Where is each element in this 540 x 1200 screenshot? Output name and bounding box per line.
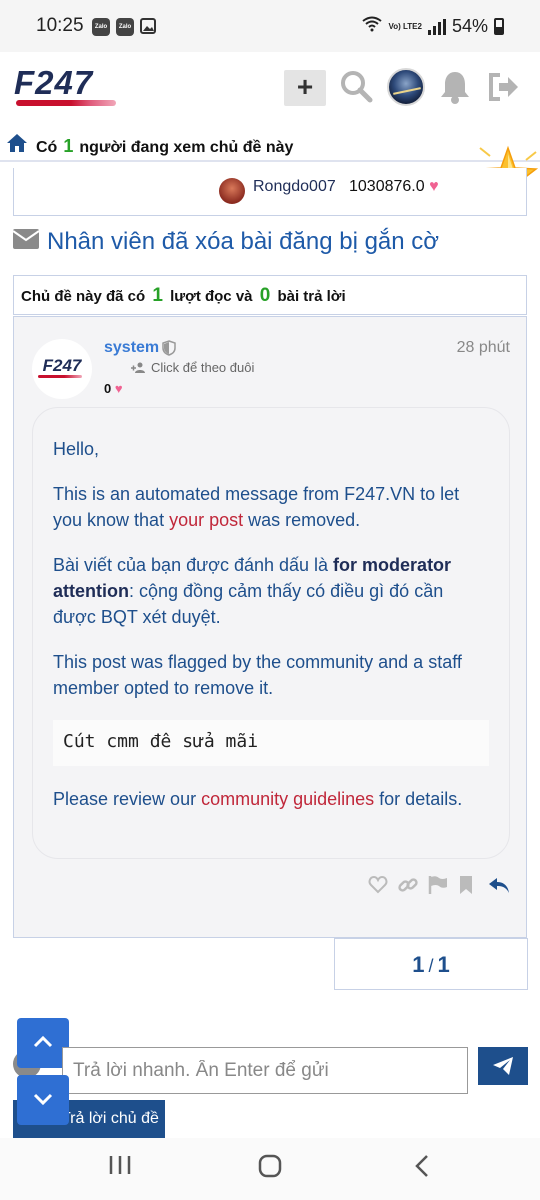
- back-icon[interactable]: [414, 1154, 430, 1183]
- post-body: Hello, This is an automated message from…: [32, 407, 510, 859]
- post-score: 0 ♥: [104, 381, 123, 396]
- new-topic-button[interactable]: +: [284, 70, 326, 106]
- wifi-icon: [362, 16, 383, 37]
- search-icon[interactable]: [339, 69, 377, 107]
- reply-icon[interactable]: [488, 875, 509, 897]
- scroll-down-button[interactable]: [17, 1075, 69, 1125]
- send-button[interactable]: [478, 1047, 528, 1085]
- status-bar: 10:25 Zalo Zalo Vo) LTE2 54%: [0, 0, 540, 52]
- author-name[interactable]: Rongdo007: [253, 178, 336, 196]
- chevron-up-icon: [33, 1034, 53, 1053]
- post-username[interactable]: system: [104, 339, 159, 357]
- replies-count: 0: [259, 285, 271, 306]
- heart-icon: ♥: [114, 381, 123, 396]
- follow-button[interactable]: Click để theo đuôi: [151, 360, 254, 375]
- topic-title: Nhân viên đã xóa bài đăng bị gắn cờ: [12, 228, 439, 256]
- link-icon[interactable]: [398, 875, 418, 897]
- topic-author-box: Rongdo007 1030876.0 ♥: [13, 168, 527, 216]
- post-paragraph: This post was flagged by the community a…: [53, 652, 462, 698]
- author-avatar[interactable]: [219, 178, 245, 204]
- post-actions: [368, 875, 509, 897]
- logout-icon[interactable]: [486, 69, 524, 107]
- post-paragraph: This is an automated message from F247.V…: [53, 484, 460, 530]
- heart-icon: ♥: [429, 178, 439, 195]
- signal-icon: [427, 18, 446, 35]
- bell-icon[interactable]: [438, 69, 476, 107]
- paper-plane-icon: [492, 1056, 514, 1081]
- network-type: Vo) LTE2: [388, 22, 422, 31]
- bookmark-icon[interactable]: [458, 875, 478, 897]
- community-guidelines-link[interactable]: community guidelines: [201, 789, 374, 809]
- like-icon[interactable]: [368, 875, 388, 897]
- post-time[interactable]: 28 phút: [457, 339, 510, 357]
- home-icon[interactable]: [6, 133, 28, 158]
- views-count: 1: [152, 285, 163, 306]
- post-avatar[interactable]: F247: [32, 339, 92, 399]
- site-header: F247 +: [0, 52, 540, 126]
- post-greeting: Hello,: [53, 439, 100, 459]
- quick-reply-input[interactable]: [62, 1047, 468, 1094]
- recent-apps-icon[interactable]: [108, 1154, 132, 1181]
- post-avatar-underline: [38, 375, 82, 378]
- chevron-down-icon: [33, 1093, 53, 1112]
- user-avatar[interactable]: [387, 68, 425, 106]
- home-nav-icon[interactable]: [258, 1154, 282, 1183]
- zalo-notification-icon: Zalo: [116, 18, 134, 36]
- total-pages: 1: [437, 952, 450, 977]
- viewing-bar: Có 1 người đang xem chủ đề này: [0, 128, 540, 162]
- status-indicators: Vo) LTE2 54%: [362, 16, 504, 37]
- add-user-icon: [131, 361, 145, 379]
- battery-level: 54%: [451, 16, 488, 36]
- post-paragraph: Please review our community guidelines f…: [53, 789, 463, 809]
- flag-icon[interactable]: [428, 875, 448, 897]
- status-time: 10:25: [36, 15, 84, 36]
- topic-stats: Chủ đề này đã có 1 lượt đọc và 0 bài trả…: [13, 275, 527, 315]
- post-paragraph: Bài viết của bạn được đánh dấu là for mo…: [53, 555, 452, 627]
- post: F247 system Click để theo đuôi 0 ♥ 28 ph…: [13, 316, 527, 938]
- viewer-count: 1: [63, 136, 74, 156]
- zalo-notification-icon: Zalo: [92, 18, 110, 36]
- site-logo[interactable]: F247: [14, 66, 146, 108]
- viewing-text: Có 1 người đang xem chủ đề này: [36, 136, 294, 156]
- pagination[interactable]: 1/1: [334, 938, 528, 990]
- shield-icon: [162, 340, 176, 361]
- gallery-notification-icon: [140, 18, 156, 39]
- current-page: 1: [412, 952, 425, 977]
- battery-icon: [494, 18, 504, 35]
- your-post-link[interactable]: your post: [169, 510, 243, 530]
- system-nav-bar: [0, 1138, 540, 1200]
- code-block: Cút cmm đê sửa mãi: [53, 720, 489, 766]
- logo-underline: [16, 100, 116, 106]
- envelope-icon: [12, 228, 40, 256]
- author-score: 1030876.0 ♥: [349, 178, 439, 195]
